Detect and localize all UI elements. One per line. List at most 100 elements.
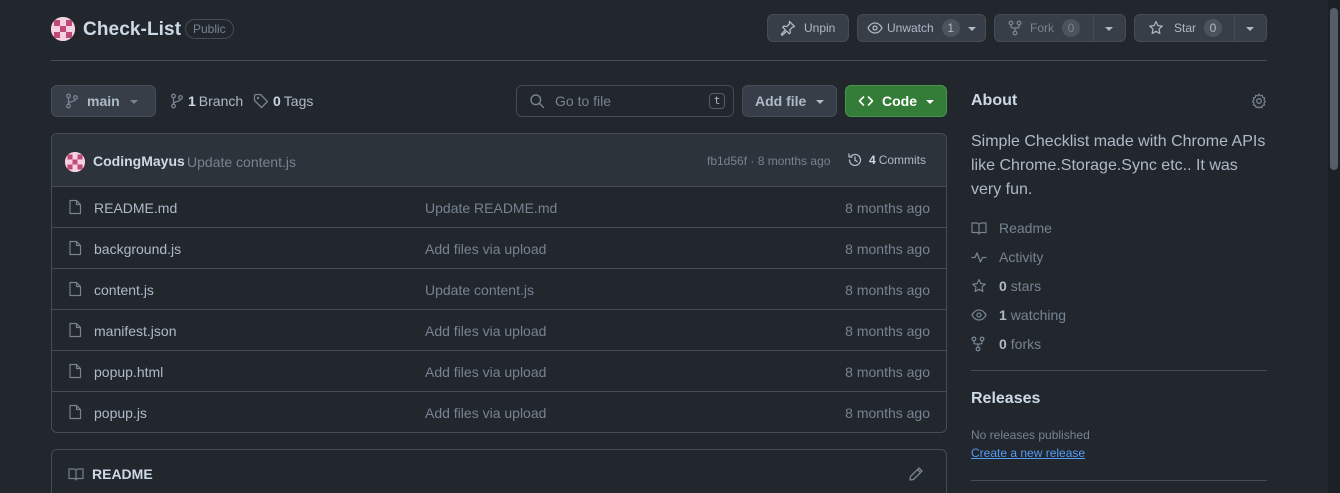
file-icon bbox=[68, 322, 82, 338]
file-icon bbox=[68, 199, 82, 215]
scrollbar-thumb[interactable] bbox=[1330, 8, 1338, 170]
star-button[interactable]: Star 0 bbox=[1134, 14, 1267, 42]
sidebar-divider bbox=[971, 480, 1267, 481]
code-label: Code bbox=[882, 93, 917, 109]
table-row: manifest.json Add files via upload 8 mon… bbox=[52, 310, 946, 351]
readme-link[interactable]: Readme bbox=[971, 220, 1052, 236]
book-icon bbox=[971, 220, 987, 236]
commits-label: Commits bbox=[878, 153, 927, 167]
watchers-link[interactable]: 1 watching bbox=[971, 307, 1066, 323]
file-commit-message[interactable]: Add files via upload bbox=[425, 405, 546, 421]
fork-icon bbox=[971, 336, 987, 352]
book-icon bbox=[68, 466, 84, 482]
create-release-link[interactable]: Create a new release bbox=[971, 446, 1085, 460]
star-icon bbox=[1148, 20, 1164, 36]
file-date: 8 months ago bbox=[845, 323, 930, 339]
repo-name[interactable]: Check-List bbox=[83, 19, 181, 41]
file-date: 8 months ago bbox=[845, 405, 930, 421]
forks-link[interactable]: 0 forks bbox=[971, 336, 1041, 352]
table-row: popup.js Add files via upload 8 months a… bbox=[52, 392, 946, 432]
file-icon bbox=[68, 363, 82, 379]
latest-commit-bar: CodingMayus Update content.js fb1d56f · … bbox=[52, 134, 946, 187]
page-scrollbar[interactable] bbox=[1328, 0, 1340, 493]
unpin-label: Unpin bbox=[804, 21, 836, 35]
eye-icon bbox=[971, 307, 987, 323]
branches-label: Branch bbox=[198, 93, 244, 109]
activity-link[interactable]: Activity bbox=[971, 249, 1043, 265]
commits-count: 4 bbox=[869, 153, 876, 167]
pencil-icon[interactable] bbox=[908, 466, 924, 482]
eye-icon bbox=[867, 20, 883, 36]
file-commit-message[interactable]: Add files via upload bbox=[425, 364, 546, 380]
file-commit-message[interactable]: Add files via upload bbox=[425, 323, 546, 339]
pin-icon bbox=[780, 20, 796, 36]
chevron-down-icon[interactable] bbox=[968, 27, 976, 31]
file-name[interactable]: content.js bbox=[94, 282, 154, 298]
chevron-down-icon[interactable] bbox=[1246, 27, 1254, 31]
visibility-badge: Public bbox=[185, 19, 234, 39]
about-description: Simple Checklist made with Chrome APIs l… bbox=[971, 133, 1266, 198]
file-name[interactable]: popup.html bbox=[94, 364, 163, 380]
branches-link[interactable]: 1 Branch bbox=[170, 93, 243, 109]
owner-avatar[interactable] bbox=[51, 17, 75, 41]
releases-heading[interactable]: Releases bbox=[971, 390, 1040, 408]
tags-label: Tags bbox=[283, 93, 314, 109]
table-row: background.js Add files via upload 8 mon… bbox=[52, 228, 946, 269]
file-date: 8 months ago bbox=[845, 364, 930, 380]
git-branch-icon bbox=[170, 93, 184, 109]
star-icon bbox=[971, 278, 987, 294]
search-placeholder: Go to file bbox=[555, 93, 612, 109]
readme-panel: README bbox=[51, 449, 947, 493]
gear-icon[interactable] bbox=[1251, 93, 1267, 109]
code-button[interactable]: Code bbox=[845, 85, 947, 117]
chevron-down-icon bbox=[926, 100, 934, 104]
file-commit-message[interactable]: Add files via upload bbox=[425, 241, 546, 257]
unwatch-button[interactable]: Unwatch 1 bbox=[857, 14, 986, 42]
fork-icon bbox=[1008, 20, 1022, 36]
history-icon bbox=[847, 152, 863, 168]
chevron-down-icon bbox=[816, 100, 824, 104]
watch-counter: 1 bbox=[941, 19, 960, 37]
file-name[interactable]: popup.js bbox=[94, 405, 147, 421]
file-commit-message[interactable]: Update README.md bbox=[425, 200, 557, 216]
stars-label: stars bbox=[1010, 278, 1042, 294]
fork-label: Fork bbox=[1030, 21, 1054, 35]
readme-title[interactable]: README bbox=[92, 466, 153, 482]
file-icon bbox=[68, 404, 82, 420]
tag-icon bbox=[253, 93, 269, 109]
activity-link-label: Activity bbox=[999, 249, 1044, 265]
chevron-down-icon[interactable] bbox=[1105, 27, 1113, 31]
stars-link[interactable]: 0 stars bbox=[971, 278, 1041, 294]
commit-author[interactable]: CodingMayus bbox=[93, 153, 185, 169]
table-row: popup.html Add files via upload 8 months… bbox=[52, 351, 946, 392]
no-releases-text: No releases published bbox=[971, 428, 1090, 442]
go-to-file-input[interactable]: Go to file t bbox=[516, 85, 734, 117]
file-commit-message[interactable]: Update content.js bbox=[425, 282, 534, 298]
file-table: CodingMayus Update content.js fb1d56f · … bbox=[51, 133, 947, 433]
file-date: 8 months ago bbox=[845, 282, 930, 298]
unpin-button[interactable]: Unpin bbox=[767, 14, 849, 42]
add-file-button[interactable]: Add file bbox=[742, 85, 837, 117]
file-name[interactable]: background.js bbox=[94, 241, 181, 257]
fork-button[interactable]: Fork 0 bbox=[994, 14, 1126, 42]
branch-selector[interactable]: main bbox=[51, 85, 156, 117]
forks-label: forks bbox=[1010, 336, 1042, 352]
code-icon bbox=[858, 93, 874, 109]
commit-meta[interactable]: fb1d56f · 8 months ago bbox=[707, 154, 830, 168]
file-date: 8 months ago bbox=[845, 200, 930, 216]
pulse-icon bbox=[971, 249, 987, 265]
branch-name: main bbox=[87, 93, 120, 109]
commits-history-link[interactable]: 4 Commits bbox=[847, 152, 926, 168]
star-counter: 0 bbox=[1204, 19, 1223, 37]
add-file-label: Add file bbox=[755, 93, 807, 109]
file-name[interactable]: README.md bbox=[94, 200, 177, 216]
tags-link[interactable]: 0 Tags bbox=[253, 93, 313, 109]
file-name[interactable]: manifest.json bbox=[94, 323, 176, 339]
author-avatar[interactable] bbox=[65, 152, 85, 172]
forks-count: 0 bbox=[999, 336, 1007, 352]
commit-message[interactable]: Update content.js bbox=[187, 154, 296, 170]
unwatch-label: Unwatch bbox=[887, 21, 934, 35]
shortcut-key: t bbox=[709, 93, 725, 109]
table-row: content.js Update content.js 8 months ag… bbox=[52, 269, 946, 310]
watching-count: 1 bbox=[999, 307, 1007, 323]
